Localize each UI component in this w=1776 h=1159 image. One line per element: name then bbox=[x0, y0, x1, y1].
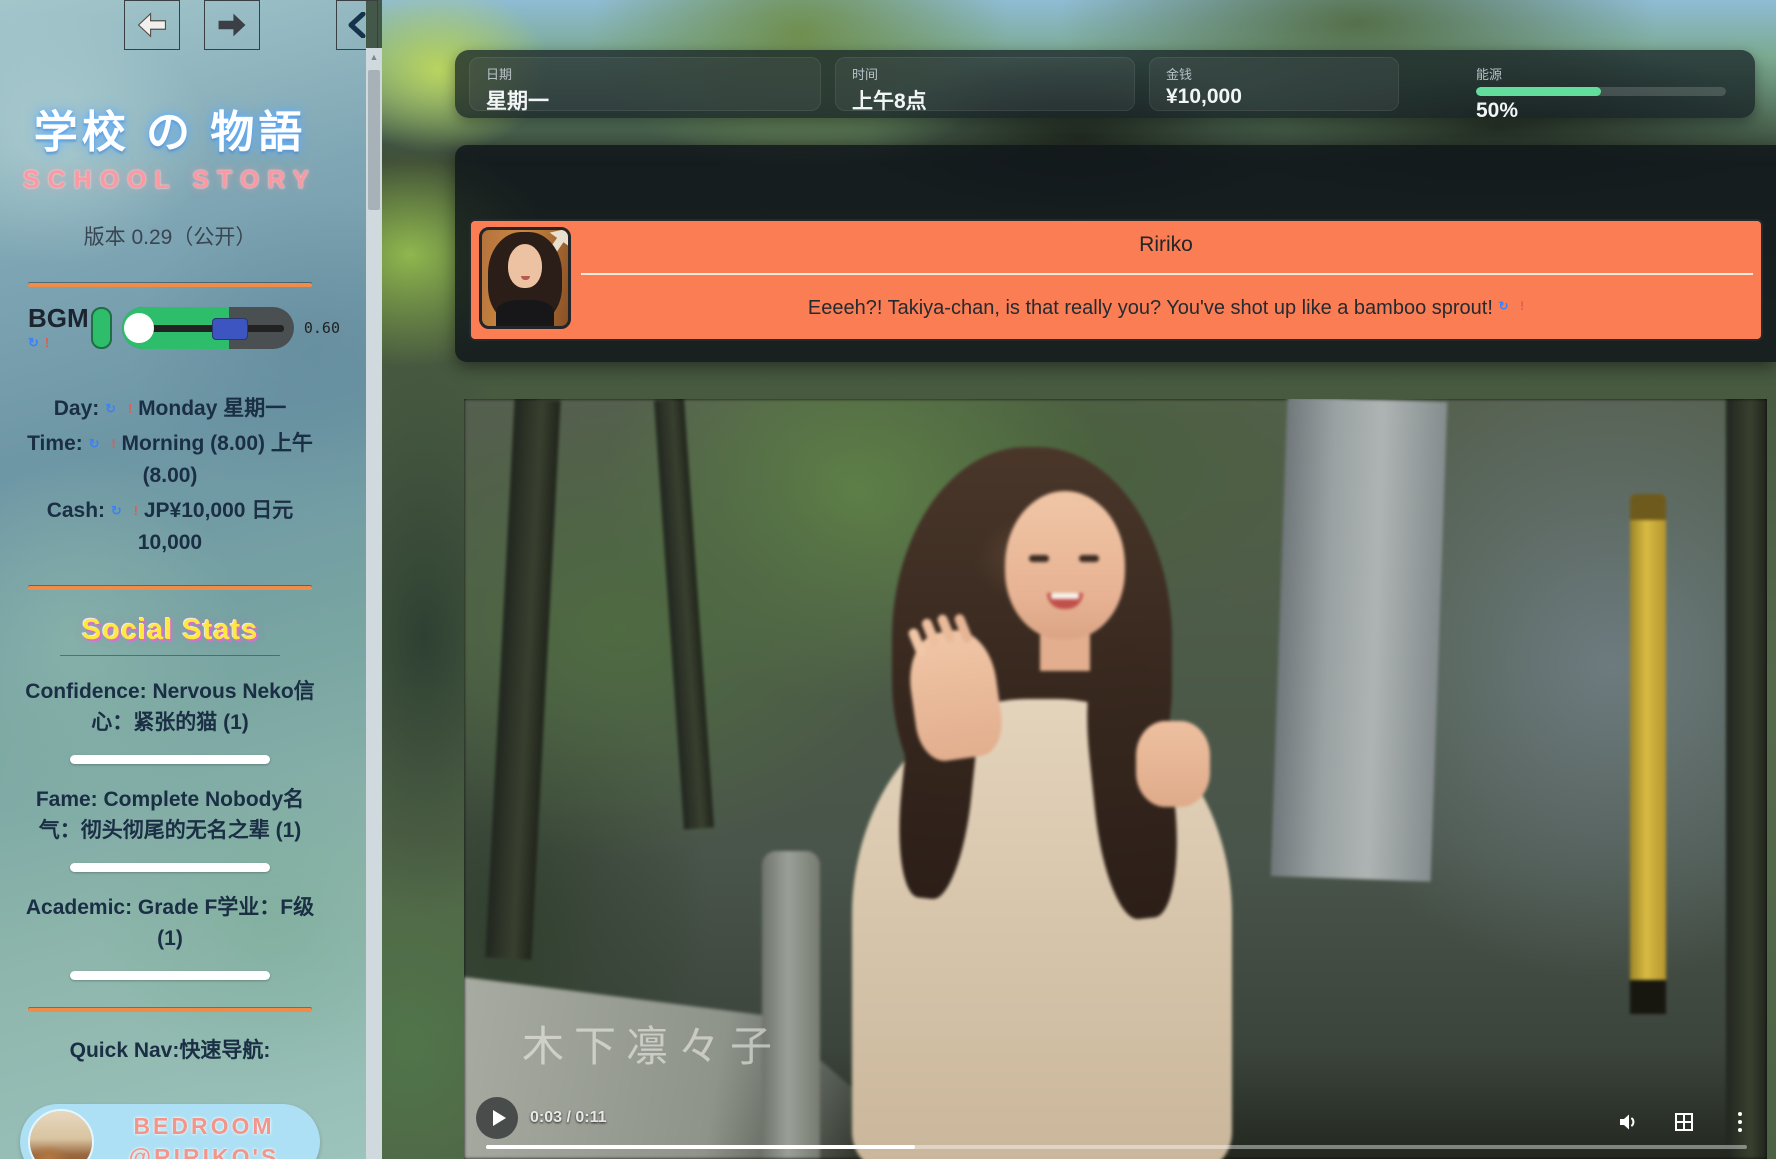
video-player[interactable]: 木下凛々子 0:03 / 0:11 bbox=[464, 399, 1767, 1159]
energy-value: 50% bbox=[1476, 99, 1724, 123]
speaker-name: Ririko bbox=[581, 233, 1751, 257]
day-stat: Day: ↻ ! Monday 星期一 bbox=[20, 393, 320, 426]
time-stat: Time: ↻ ! Morning (8.00) 上午 (8.00) bbox=[20, 428, 320, 493]
yellow-pole bbox=[1630, 494, 1666, 1014]
energy-card: 能源 50% bbox=[1459, 57, 1741, 111]
divider bbox=[60, 655, 280, 656]
bgm-label: BGM bbox=[28, 305, 89, 331]
alert-icon: ! bbox=[1520, 299, 1524, 313]
money-card: 金钱 ¥10,000 bbox=[1149, 57, 1399, 111]
scrollbar-thumb[interactable] bbox=[368, 70, 380, 210]
forward-arrow-icon bbox=[215, 8, 249, 42]
bgm-slider-thumb[interactable] bbox=[212, 318, 248, 340]
day-time-cash: Day: ↻ ! Monday 星期一 Time: ↻ ! Morning (8… bbox=[0, 393, 340, 560]
bgm-toggle[interactable] bbox=[91, 307, 112, 349]
time-label: Time: bbox=[27, 432, 83, 455]
woman-face bbox=[1005, 491, 1125, 639]
dialogue-box[interactable]: Ririko Eeeeh?! Takiya-chan, is that real… bbox=[469, 219, 1763, 341]
divider bbox=[28, 586, 312, 590]
version-label: 版本 0.29（公开） bbox=[0, 221, 340, 251]
dialogue-text-content: Eeeeh?! Takiya-chan, is that really you?… bbox=[808, 297, 1493, 319]
back-arrow-icon bbox=[135, 8, 169, 42]
refresh-icon[interactable]: ↻ bbox=[89, 436, 100, 451]
refresh-icon[interactable]: ↻ bbox=[111, 503, 122, 518]
academic-stat: Academic: Grade F学业：F级 (1) bbox=[0, 892, 340, 955]
cash-stat: Cash: ↻ ! JP¥10,000 日元10,000 bbox=[20, 495, 320, 560]
overflow-menu-button[interactable] bbox=[1727, 1109, 1753, 1135]
chevron-left-icon bbox=[346, 12, 368, 38]
alert-icon: ! bbox=[128, 401, 132, 416]
refresh-icon[interactable]: ↻ bbox=[1498, 299, 1508, 313]
concrete-pillar bbox=[1271, 399, 1448, 882]
alert-icon: ! bbox=[111, 436, 115, 451]
time-value: 上午8点 bbox=[852, 85, 1118, 115]
play-button[interactable] bbox=[476, 1097, 518, 1139]
video-timeline-played bbox=[486, 1145, 915, 1149]
alert-icon: ! bbox=[45, 335, 49, 350]
status-bar: 日期 星期一 时间 上午8点 金钱 ¥10,000 能源 50% bbox=[455, 50, 1755, 118]
refresh-icon[interactable]: ↻ bbox=[105, 401, 116, 416]
volume-button[interactable] bbox=[1615, 1109, 1641, 1135]
sidebar-collapse-button[interactable] bbox=[336, 0, 378, 50]
quick-nav-label: Quick Nav:快速导航: bbox=[0, 1034, 340, 1064]
time-label: 时间 bbox=[852, 64, 1118, 83]
day-value: Monday 星期一 bbox=[138, 397, 286, 420]
academic-progress-bar bbox=[70, 971, 270, 980]
game-subtitle: SCHOOL STORY bbox=[0, 166, 340, 195]
bgm-slider-track bbox=[132, 325, 284, 332]
refresh-icon[interactable]: ↻ bbox=[28, 335, 39, 350]
cash-value: JP¥10,000 日元10,000 bbox=[138, 499, 293, 555]
bedroom-button-label: BEDROOM @RIRIKO'S bbox=[94, 1111, 320, 1159]
energy-bar-fill bbox=[1476, 87, 1601, 96]
forward-button[interactable] bbox=[204, 0, 260, 50]
three-dots-icon bbox=[1738, 1112, 1742, 1132]
video-time: 0:03 / 0:11 bbox=[530, 1109, 607, 1127]
sidebar-scrollbar[interactable]: ▲ bbox=[366, 48, 382, 1159]
confidence-stat: Confidence: Nervous Neko信心：紧张的猫 (1) bbox=[0, 676, 340, 739]
game-title: 学校 の 物語 bbox=[0, 96, 340, 160]
time-value: Morning (8.00) 上午 (8.00) bbox=[122, 432, 313, 488]
confidence-progress-bar bbox=[70, 755, 270, 764]
money-label: 金钱 bbox=[1166, 64, 1382, 83]
bgm-value: 0.60 bbox=[304, 319, 340, 337]
cash-label: Cash: bbox=[47, 499, 105, 522]
day-label: Day: bbox=[54, 397, 100, 420]
video-controls: 0:03 / 0:11 bbox=[464, 1093, 1767, 1159]
bgm-volume-slider[interactable] bbox=[122, 307, 294, 349]
scrollbar-up-arrow[interactable]: ▲ bbox=[366, 52, 382, 62]
fullscreen-icon bbox=[1675, 1113, 1693, 1131]
quick-nav-bedroom-button[interactable]: BEDROOM @RIRIKO'S bbox=[20, 1104, 320, 1159]
date-label: 日期 bbox=[486, 64, 804, 83]
social-stats-heading: Social Stats bbox=[0, 614, 340, 647]
bgm-controls: BGM ↻! 0.60 bbox=[0, 305, 340, 351]
video-watermark: 木下凛々子 bbox=[522, 1013, 782, 1074]
divider bbox=[28, 1008, 312, 1012]
sidebar: 学校 の 物語 SCHOOL STORY 版本 0.29（公开） BGM ↻! … bbox=[0, 0, 366, 1159]
energy-label: 能源 bbox=[1476, 64, 1724, 83]
dialogue-panel[interactable]: Ririko Eeeeh?! Takiya-chan, is that real… bbox=[455, 145, 1776, 362]
money-value: ¥10,000 bbox=[1166, 85, 1382, 109]
divider bbox=[28, 283, 312, 287]
main-area: 日期 星期一 时间 上午8点 金钱 ¥10,000 能源 50% Ririko bbox=[382, 0, 1776, 1159]
dialogue-divider bbox=[581, 273, 1753, 275]
fullscreen-button[interactable] bbox=[1671, 1109, 1697, 1135]
speaker-portrait bbox=[479, 227, 571, 329]
bedroom-thumbnail bbox=[28, 1109, 94, 1159]
back-button[interactable] bbox=[124, 0, 180, 50]
date-value: 星期一 bbox=[486, 85, 804, 115]
time-card: 时间 上午8点 bbox=[835, 57, 1135, 111]
video-timeline[interactable] bbox=[486, 1145, 1747, 1149]
play-icon bbox=[493, 1110, 506, 1126]
fame-stat: Fame: Complete Nobody名气：彻头彻尾的无名之辈 (1) bbox=[0, 784, 340, 847]
raised-fist bbox=[1136, 721, 1210, 807]
energy-bar bbox=[1476, 87, 1726, 96]
bgm-slider-knob[interactable] bbox=[124, 313, 154, 343]
alert-icon: ! bbox=[134, 503, 138, 518]
volume-icon bbox=[1616, 1110, 1640, 1134]
dialogue-text: Eeeeh?! Takiya-chan, is that really you?… bbox=[581, 297, 1751, 320]
fame-progress-bar bbox=[70, 863, 270, 872]
date-card: 日期 星期一 bbox=[469, 57, 821, 111]
